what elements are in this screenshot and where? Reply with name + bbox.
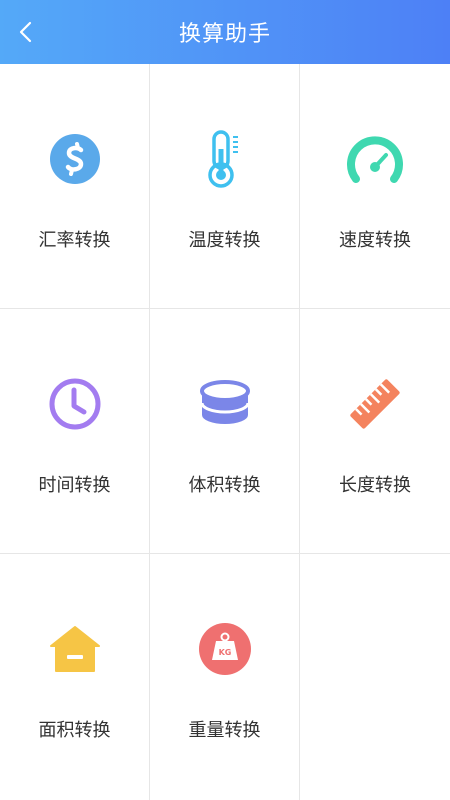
tool-label: 时间转换 [38,475,111,496]
clock-icon [46,375,104,433]
thermometer-icon [196,130,254,188]
empty-cell [300,554,450,800]
tool-label: 面积转换 [38,720,111,741]
tool-label: 速度转换 [339,230,411,251]
tool-speed[interactable]: 速度转换 [300,64,450,309]
svg-text:KG: KG [218,648,231,657]
tool-length[interactable]: 长度转换 [300,309,450,554]
currency-icon [46,130,104,188]
ruler-icon [346,375,404,433]
back-button[interactable] [12,18,40,46]
chevron-left-icon [19,21,32,43]
tool-label: 重量转换 [188,720,261,741]
tool-temperature[interactable]: 温度转换 [150,64,300,309]
speedometer-icon [346,130,404,188]
tool-label: 温度转换 [188,230,261,251]
tool-label: 长度转换 [339,475,411,496]
tool-volume[interactable]: 体积转换 [150,309,300,554]
tool-label: 汇率转换 [38,230,111,251]
weight-icon: KG [196,620,254,678]
tool-time[interactable]: 时间转换 [0,309,150,554]
tool-currency[interactable]: 汇率转换 [0,64,150,309]
page-title: 换算助手 [178,22,271,47]
tool-area[interactable]: 面积转换 [0,554,150,800]
volume-cylinder-icon [196,375,254,433]
tool-weight[interactable]: KG 重量转换 [150,554,300,800]
tool-label: 体积转换 [188,475,261,496]
app-header: 换算助手 [0,0,450,64]
converter-grid: 汇率转换 温度转换 速度转换 时间转换 体积转换 长度转换 面积转换 KG 重量… [0,64,450,800]
house-icon [46,620,104,678]
